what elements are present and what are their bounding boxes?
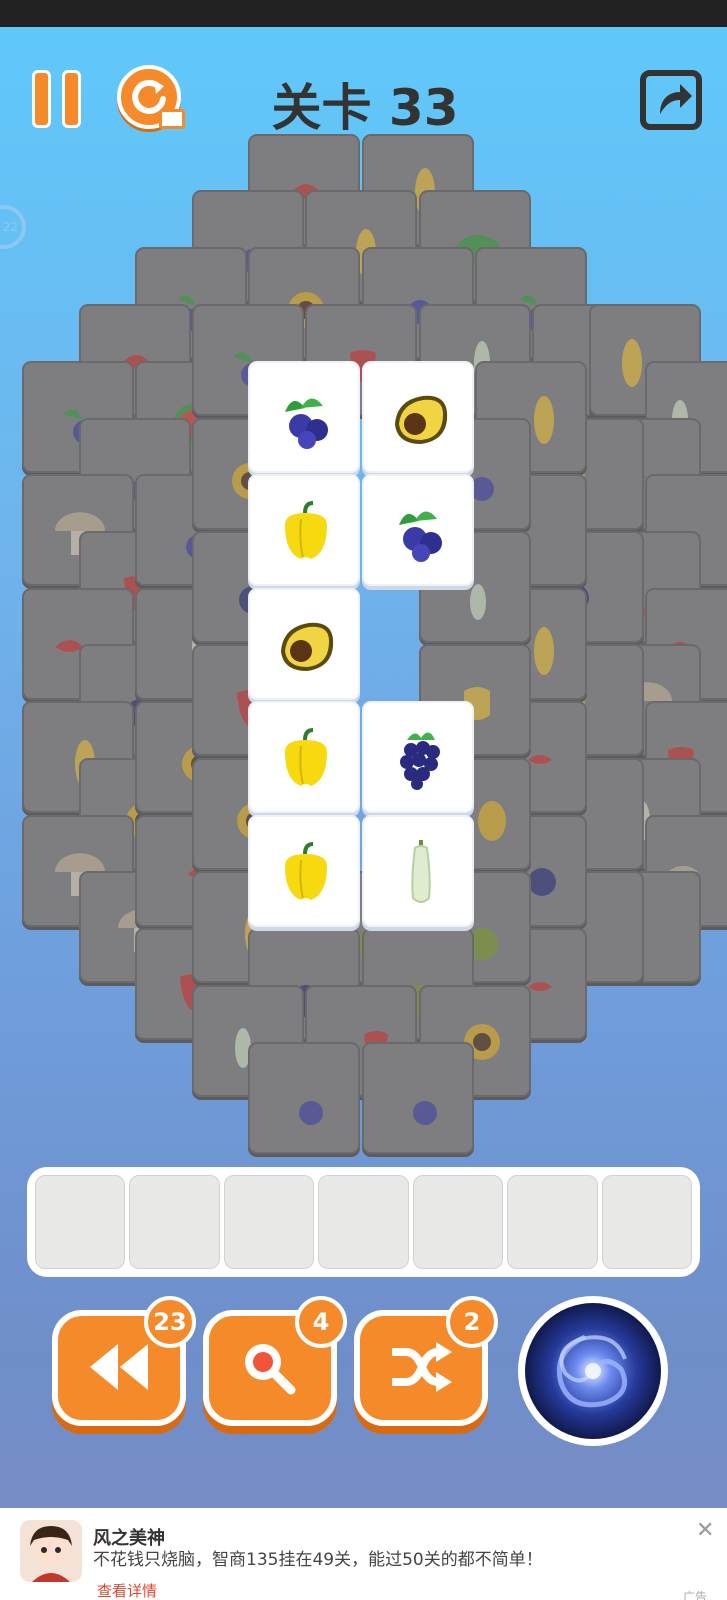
shuffle-count: 2 <box>446 1296 498 1348</box>
tray-slot <box>223 1175 315 1269</box>
tile-zucchini[interactable] <box>362 815 474 927</box>
tile-avocado[interactable] <box>362 361 474 473</box>
slot-tray <box>27 1167 700 1277</box>
vortex-button[interactable] <box>518 1296 668 1446</box>
ad-avatar <box>20 1520 82 1582</box>
tile-avocado[interactable] <box>248 588 360 700</box>
tile-bell-pepper[interactable] <box>248 474 360 586</box>
ad-banner[interactable]: 风之美神 不花钱只烧脑，智商135挂在49关，能过50关的都不简单！ 查看详情 … <box>0 1508 727 1600</box>
avocado-icon <box>281 622 334 671</box>
undo-count: 23 <box>144 1296 196 1348</box>
tile-bell-pepper[interactable] <box>248 815 360 927</box>
hint-button[interactable]: 4 <box>203 1296 347 1435</box>
ad-link[interactable]: 查看详情 <box>97 1580 157 1600</box>
close-icon[interactable]: ✕ <box>696 1518 714 1543</box>
avocado-icon <box>395 395 448 444</box>
tray-slot <box>318 1175 409 1269</box>
tile-covered <box>248 1042 360 1154</box>
ad-tag: 广告 <box>683 1590 708 1600</box>
tray-slot <box>412 1175 504 1269</box>
tile-blueberry[interactable] <box>248 361 360 473</box>
tile-blackberry[interactable] <box>362 701 474 813</box>
undo-button[interactable]: 23 <box>52 1296 196 1435</box>
vortex-icon <box>557 1334 627 1408</box>
tile-blueberry[interactable] <box>362 474 474 586</box>
blueberry-icon <box>285 398 328 449</box>
bell-pepper-icon <box>285 728 327 786</box>
tile-bell-pepper[interactable] <box>248 701 360 813</box>
tray-slot <box>507 1175 598 1269</box>
ad-text: 不花钱只烧脑，智商135挂在49关，能过50关的都不简单！ <box>93 1550 543 1570</box>
zucchini-icon <box>411 840 431 903</box>
shuffle-icon <box>392 1342 452 1392</box>
tray-slot <box>601 1175 692 1269</box>
tray-slot <box>35 1175 126 1269</box>
blueberry-icon <box>399 511 442 562</box>
bell-pepper-icon <box>285 501 327 559</box>
game-board <box>0 0 727 1160</box>
magnifier-icon <box>245 1344 296 1395</box>
tile-covered <box>362 1042 474 1154</box>
tray-slot <box>129 1175 220 1269</box>
bell-pepper-icon <box>285 842 327 900</box>
rewind-icon <box>90 1344 148 1390</box>
blackberry-icon <box>400 732 440 790</box>
hint-count: 4 <box>295 1296 347 1348</box>
shuffle-button[interactable]: 2 <box>354 1296 498 1435</box>
